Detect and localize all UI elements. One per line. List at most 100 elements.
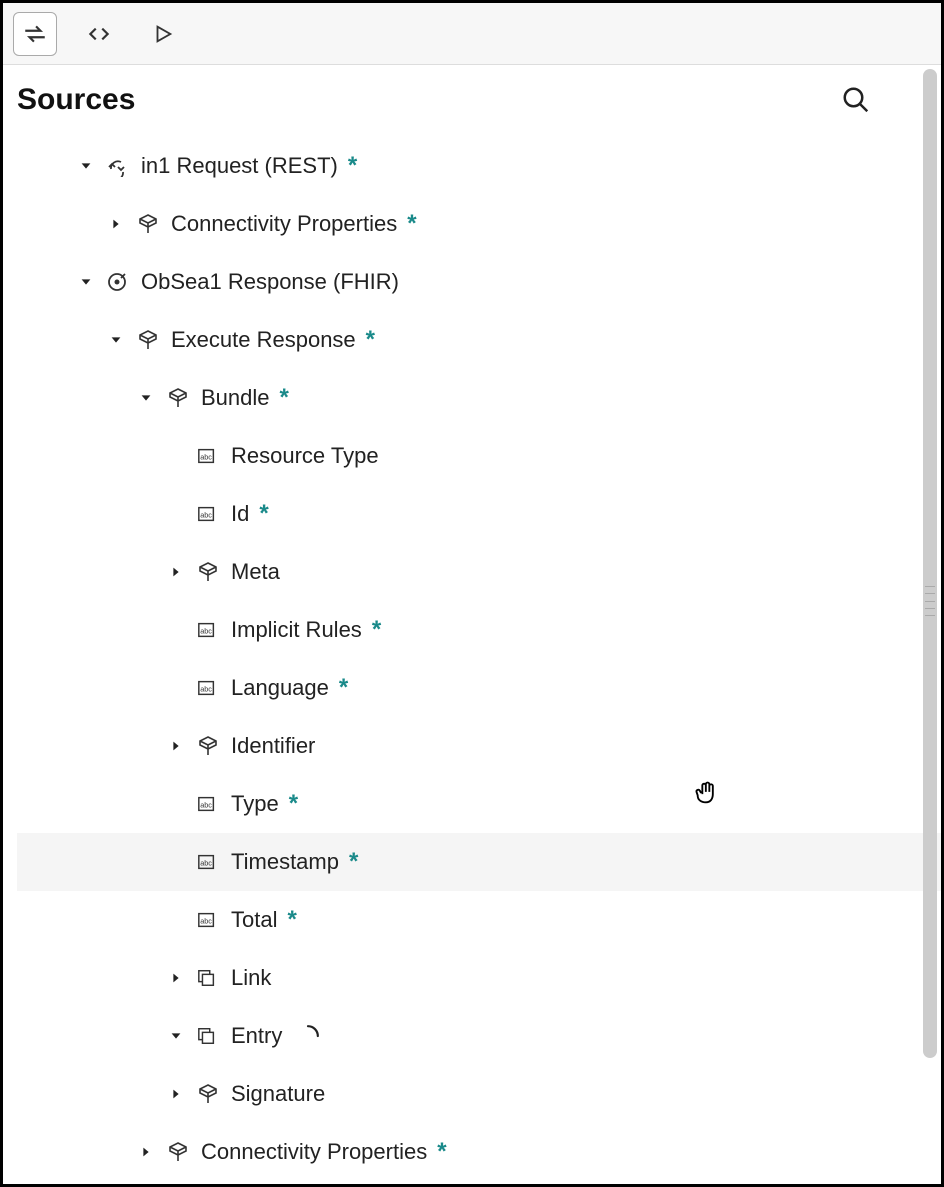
tree-node[interactable]: Type * — [17, 775, 941, 833]
tree-node-label: Execute Response — [171, 327, 356, 353]
code-view-button[interactable] — [77, 12, 121, 56]
expand-toggle[interactable] — [165, 735, 187, 757]
expand-toggle[interactable] — [165, 1083, 187, 1105]
tree-node-label: Bundle — [201, 385, 270, 411]
tree-node[interactable]: Signature — [17, 1065, 941, 1123]
chevron-right-icon — [109, 217, 123, 231]
string-icon — [195, 792, 219, 816]
mapped-indicator-icon: * — [372, 616, 381, 644]
string-icon — [195, 618, 219, 642]
fhir-icon — [105, 270, 129, 294]
tree-node[interactable]: Link — [17, 949, 941, 1007]
chevron-down-icon — [109, 333, 123, 347]
tree-node-label: Meta — [231, 559, 280, 585]
code-icon — [86, 21, 112, 47]
tree-node-label: Connectivity Properties — [201, 1139, 427, 1165]
page-title: Sources — [17, 83, 135, 117]
mapped-indicator-icon: * — [407, 210, 416, 238]
main-panel: Sources in1 Request (REST) * Connectivity … — [3, 65, 941, 1184]
chevron-right-icon — [169, 1087, 183, 1101]
object-icon — [135, 328, 159, 352]
collapse-toggle[interactable] — [75, 155, 97, 177]
mapped-indicator-icon: * — [348, 152, 357, 180]
tree-node-label: Type — [231, 791, 279, 817]
mapped-indicator-icon: * — [259, 500, 268, 528]
string-icon — [195, 676, 219, 700]
object-icon — [195, 734, 219, 758]
mapped-indicator-icon: * — [289, 790, 298, 818]
chevron-down-icon — [169, 1029, 183, 1043]
scrollbar-thumb[interactable] — [923, 69, 937, 1058]
collapse-toggle[interactable] — [105, 329, 127, 351]
chevron-down-icon — [79, 159, 93, 173]
string-icon — [195, 850, 219, 874]
string-icon — [195, 502, 219, 526]
tree-node-label: ObSea1 Response (FHIR) — [141, 269, 399, 295]
chevron-right-icon — [169, 739, 183, 753]
tree-node-label: Language — [231, 675, 329, 701]
tree-node[interactable]: ObSea1 Response (FHIR) — [17, 253, 941, 311]
expand-toggle[interactable] — [165, 967, 187, 989]
mapped-indicator-icon: * — [366, 326, 375, 354]
tree-node-label: Entry — [231, 1023, 282, 1049]
chevron-right-icon — [169, 565, 183, 579]
expand-toggle[interactable] — [135, 1141, 157, 1163]
tree-node[interactable]: Total * — [17, 891, 941, 949]
mapped-indicator-icon: * — [280, 384, 289, 412]
tree-node[interactable]: Execute Response * — [17, 311, 941, 369]
array-icon — [195, 966, 219, 990]
collapse-toggle[interactable] — [75, 271, 97, 293]
swap-icon — [22, 21, 48, 47]
tree-node[interactable]: Connectivity Properties* — [17, 195, 941, 253]
scrollbar-grip-icon — [925, 583, 935, 619]
sources-tree: in1 Request (REST) * Connectivity Properti… — [17, 137, 941, 1181]
tree-node-label: Id — [231, 501, 249, 527]
expand-toggle[interactable] — [105, 213, 127, 235]
object-icon — [135, 212, 159, 236]
tree-node-label: Signature — [231, 1081, 325, 1107]
swap-view-button[interactable] — [13, 12, 57, 56]
tree-node-label: in1 Request (REST) — [141, 153, 338, 179]
tree-node-label: Total — [231, 907, 277, 933]
panel-header: Sources — [17, 83, 941, 117]
tree-node[interactable]: Identifier — [17, 717, 941, 775]
expand-toggle[interactable] — [165, 561, 187, 583]
object-icon — [195, 560, 219, 584]
toolbar — [3, 3, 941, 65]
tree-node[interactable]: Bundle * — [17, 369, 941, 427]
tree-node-label: Resource Type — [231, 443, 379, 469]
search-button[interactable] — [841, 85, 871, 115]
search-icon — [841, 85, 871, 115]
run-button[interactable] — [141, 12, 185, 56]
loading-spinner-icon — [296, 1024, 320, 1048]
mapped-indicator-icon: * — [287, 906, 296, 934]
tree-node-label: Implicit Rules — [231, 617, 362, 643]
object-icon — [165, 386, 189, 410]
scrollbar-track[interactable] — [923, 69, 937, 1180]
tree-node[interactable]: Id * — [17, 485, 941, 543]
tree-node-label: Identifier — [231, 733, 315, 759]
mapped-indicator-icon: * — [339, 674, 348, 702]
tree-node[interactable]: Implicit Rules * — [17, 601, 941, 659]
tree-node[interactable]: Entry — [17, 1007, 941, 1065]
object-icon — [165, 1140, 189, 1164]
rest-icon — [105, 154, 129, 178]
tree-node[interactable]: Connectivity Properties * — [17, 1123, 941, 1181]
mapped-indicator-icon: * — [437, 1138, 446, 1166]
chevron-right-icon — [139, 1145, 153, 1159]
string-icon — [195, 444, 219, 468]
mapped-indicator-icon: * — [349, 848, 358, 876]
tree-node-label: Timestamp — [231, 849, 339, 875]
tree-node[interactable]: in1 Request (REST) * — [17, 137, 941, 195]
chevron-down-icon — [139, 391, 153, 405]
tree-node[interactable]: Language * — [17, 659, 941, 717]
chevron-down-icon — [79, 275, 93, 289]
content-scroll[interactable]: Sources in1 Request (REST) * Connectivity … — [3, 65, 941, 1184]
tree-node[interactable]: Resource Type — [17, 427, 941, 485]
collapse-toggle[interactable] — [165, 1025, 187, 1047]
tree-node[interactable]: Timestamp * — [17, 833, 941, 891]
array-icon — [195, 1024, 219, 1048]
tree-node[interactable]: Meta — [17, 543, 941, 601]
collapse-toggle[interactable] — [135, 387, 157, 409]
tree-node-label: Link — [231, 965, 271, 991]
